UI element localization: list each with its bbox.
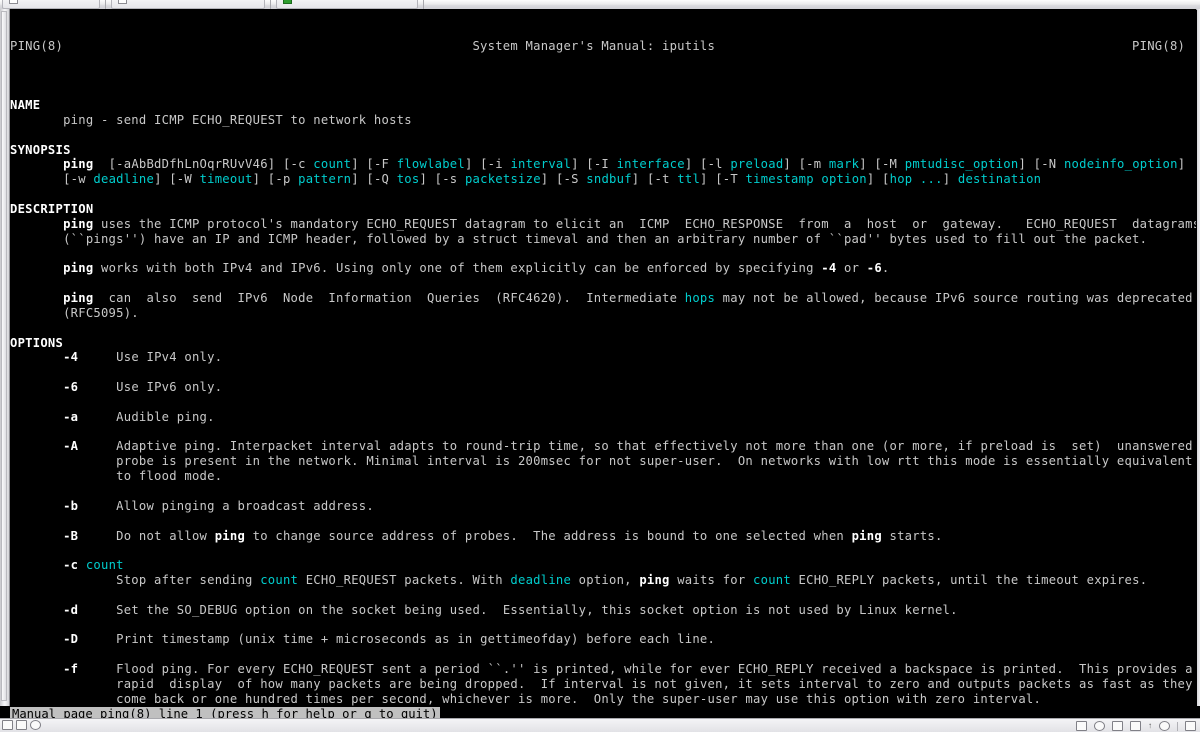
monitor-icon[interactable] [1112, 721, 1123, 731]
document-icon [118, 0, 127, 4]
battery-icon[interactable] [1159, 721, 1170, 731]
manpage-line: [-w deadline] [-W timeout] [-p pattern] … [10, 172, 1042, 187]
manpage-line: -6 Use IPv6 only. [63, 380, 223, 395]
manpage-line [10, 543, 1196, 558]
manpage-line: -A Adaptive ping. Interpacket interval a… [63, 439, 1193, 454]
updates-icon[interactable]: ↑ [1148, 722, 1152, 730]
manpage-line: -f Flood ping. For every ECHO_REQUEST se… [63, 662, 1193, 677]
manpage-line: ping works with both IPv4 and IPv6. Usin… [63, 261, 890, 276]
manpage-line [10, 484, 1196, 499]
window-icon [9, 0, 18, 4]
browser-icon[interactable] [30, 720, 41, 730]
start-icon[interactable] [2, 720, 13, 730]
manpage-body: NAME ping - send ICMP ECHO_REQUEST to ne… [10, 83, 1196, 706]
manpage-line: ping can also send IPv6 Node Information… [63, 291, 1193, 306]
screen-icon[interactable] [1185, 721, 1196, 731]
system-tray[interactable]: ↑ [1076, 721, 1196, 731]
taskbar-divider [270, 0, 271, 9]
manpage-line [10, 365, 1196, 380]
taskbar-button-1[interactable] [2, 0, 100, 9]
terminal-content[interactable]: PING(8) System Manager's Manual: iputils… [10, 9, 1196, 706]
manpage-line [10, 276, 1196, 291]
manpage-line: -D Print timestamp (unix time + microsec… [63, 632, 716, 647]
section-heading: DESCRIPTION [10, 201, 94, 216]
screen: PING(8) System Manager's Manual: iputils… [0, 0, 1200, 732]
manpage-line [10, 425, 1196, 440]
taskbar-bottom-left[interactable] [2, 720, 41, 730]
manpage-line [10, 647, 1196, 662]
manpage-line: probe is present in the network. Minimal… [10, 454, 1193, 469]
manpage-line: -4 Use IPv4 only. [63, 350, 223, 365]
manpage-line: -B Do not allow ping to change source ad… [63, 528, 943, 543]
taskbar-divider [423, 0, 424, 9]
manpage-line: (RFC5095). [10, 305, 139, 320]
section-heading: NAME [10, 98, 41, 113]
manpage-line: ping - send ICMP ECHO_REQUEST to network… [10, 112, 412, 127]
app-green-icon [283, 0, 292, 4]
manpage-line: -d Set the SO_DEBUG option on the socket… [63, 602, 958, 617]
manpage-line: come back or one hundred times per secon… [10, 691, 1042, 706]
section-heading: SYNOPSIS [10, 142, 71, 157]
tray-divider [1177, 721, 1178, 731]
files-icon[interactable] [16, 720, 27, 730]
manpage-line: ping [-aAbBdDfhLnOqrRUvV46] [-c count] [… [63, 157, 1186, 172]
manpage-line: to flood mode. [10, 469, 223, 484]
scrollbar-thumb[interactable] [1, 11, 7, 701]
taskbar-button-3[interactable] [276, 0, 418, 9]
taskbar-button-2[interactable] [111, 0, 265, 9]
section-heading: OPTIONS [10, 335, 64, 350]
clock-icon[interactable] [1094, 721, 1105, 731]
manpage-header: PING(8) System Manager's Manual: iputils… [10, 38, 1186, 53]
taskbar-divider [105, 0, 106, 9]
manpage-line [10, 395, 1196, 410]
manpage-line [10, 588, 1196, 603]
manpage-line: -c count [63, 558, 124, 573]
manpage-line: -a Audible ping. [63, 409, 215, 424]
manpage-line: -b Allow pinging a broadcast address. [63, 498, 374, 513]
manpage-line [10, 247, 1196, 262]
manpage-line: Stop after sending count ECHO_REQUEST pa… [10, 573, 1148, 588]
vertical-scrollbar[interactable] [0, 9, 10, 706]
taskbar-bottom: ↑ [0, 718, 1200, 732]
window-icon[interactable] [1076, 721, 1087, 731]
manpage-line: ping uses the ICMP protocol's mandatory … [63, 216, 1196, 231]
manpage-line [10, 514, 1196, 529]
manpage-line: (``pings'') have an IP and ICMP header, … [10, 231, 1148, 246]
manpage-line: rapid display of how many packets are be… [10, 676, 1193, 691]
manpage-line [10, 618, 1196, 633]
network-icon[interactable] [1130, 721, 1141, 731]
